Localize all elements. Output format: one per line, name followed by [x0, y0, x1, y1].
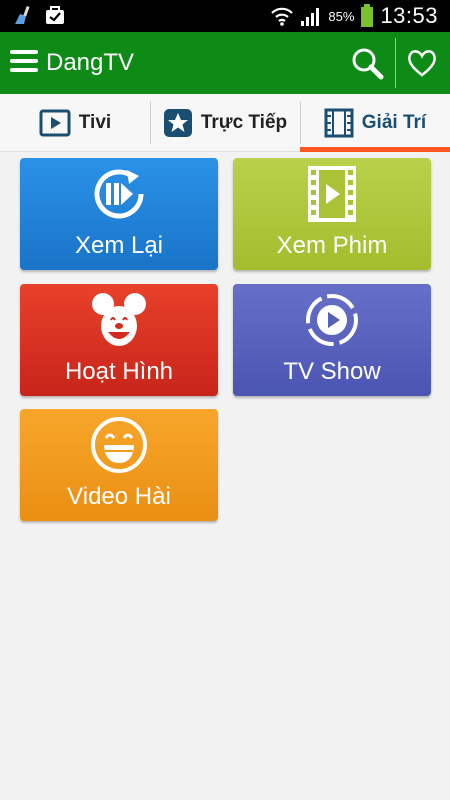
tab-label: Trực Tiếp	[200, 112, 288, 133]
app-bar-divider	[395, 38, 396, 88]
play-box-icon	[39, 109, 71, 137]
clock: 13:53	[380, 3, 438, 28]
battery-icon	[361, 4, 374, 27]
tile-hoat-hinh[interactable]: Hoạt Hình	[20, 284, 218, 396]
tile-label: Video Hài	[67, 483, 171, 510]
battery-percent: 85%	[328, 8, 355, 24]
search-icon[interactable]	[350, 46, 384, 80]
replay-icon	[94, 169, 144, 219]
tab-bar: Tivi Trực Tiếp Giải Trí	[0, 94, 450, 152]
tile-video-hai[interactable]: Video Hài	[20, 409, 218, 521]
tile-label: Hoạt Hình	[64, 358, 174, 385]
film-strip-icon	[324, 108, 354, 138]
tile-label: Xem Phim	[276, 232, 388, 259]
play-circle-icon	[306, 294, 358, 346]
app-bar: DangTV	[0, 32, 450, 94]
star-badge-icon	[163, 109, 192, 137]
wifi-icon	[271, 7, 294, 26]
tile-tv-show[interactable]: TV Show	[233, 284, 431, 396]
tile-xem-phim[interactable]: Xem Phim	[233, 158, 431, 270]
tile-xem-lai[interactable]: Xem Lại	[20, 158, 218, 270]
cleaner-icon	[15, 5, 30, 24]
tab-tivi[interactable]: Tivi	[0, 94, 150, 152]
heart-icon[interactable]	[406, 48, 438, 78]
tab-label: Giải Trí	[361, 112, 427, 133]
tab-truc-tiep[interactable]: Trực Tiếp	[150, 94, 300, 152]
tab-label: Tivi	[78, 112, 112, 133]
mouse-cartoon-icon	[92, 293, 146, 346]
status-bar: 85% 13:53	[0, 0, 450, 32]
tile-label: Xem Lại	[74, 232, 164, 259]
menu-icon[interactable]	[10, 50, 38, 76]
tile-label: TV Show	[283, 358, 381, 385]
film-play-icon	[308, 166, 356, 222]
signal-icon	[301, 8, 320, 26]
laughing-face-icon	[91, 417, 147, 473]
bag-check-icon	[46, 6, 64, 24]
app-title: DangTV	[46, 49, 135, 76]
tab-selected-indicator	[300, 147, 450, 152]
tab-giai-tri[interactable]: Giải Trí	[300, 94, 450, 152]
